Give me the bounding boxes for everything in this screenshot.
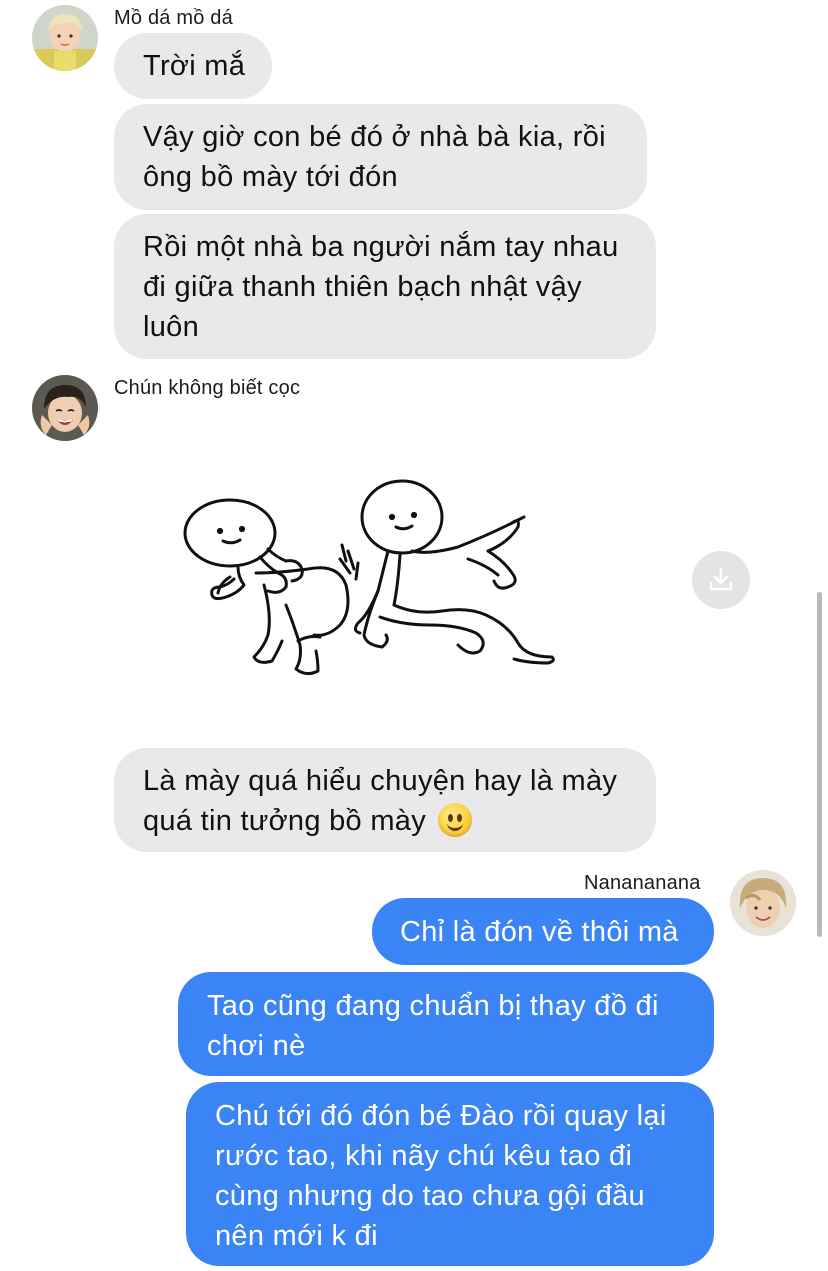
- message-text: cùng nhưng do tao chưa gội đầu: [215, 1180, 645, 1212]
- message-text: chơi nè: [207, 1030, 306, 1062]
- sender-name: Mồ dá mồ dá: [114, 7, 233, 29]
- message-text: Vậy giờ con bé đó ở nhà bà kia, rồi: [143, 121, 606, 153]
- message-text: Trời mắ: [143, 50, 246, 82]
- message-text: Tao cũng đang chuẩn bị thay đồ đi: [207, 990, 659, 1022]
- scrollbar[interactable]: [817, 592, 822, 937]
- avatar-chun[interactable]: [32, 375, 98, 441]
- sender-name: Chún không biết cọc: [114, 377, 301, 399]
- message-text: Chú tới đó đón bé Đào rồi quay lại: [215, 1100, 667, 1132]
- message-text: rước tao, khi nãy chú kêu tao đi: [215, 1140, 633, 1172]
- sticker-image: [183, 479, 555, 676]
- message-bubble[interactable]: Vậy giờ con bé đó ở nhà bà kia, rồi ông …: [114, 104, 647, 210]
- message-text: Rồi một nhà ba người nắm tay nhau: [143, 231, 619, 263]
- message-text: Là mày quá hiểu chuyện hay là mày: [143, 765, 618, 797]
- two-stick-figures-kick-sticker[interactable]: [168, 465, 578, 705]
- slightly-smiling-face-emoji: [438, 803, 473, 837]
- avatar-blond-boy-icon: [32, 5, 98, 71]
- avatar-self[interactable]: [730, 870, 796, 936]
- message-bubble[interactable]: Trời mắ: [114, 33, 272, 99]
- message-bubble[interactable]: Chú tới đó đón bé Đào rồi quay lại rước …: [186, 1082, 714, 1266]
- message-bubble[interactable]: Rồi một nhà ba người nắm tay nhau đi giữ…: [114, 214, 656, 359]
- message-text: quá tin tưởng bồ mày: [143, 805, 427, 837]
- message-text: Chỉ là đón về thôi mà: [400, 916, 679, 948]
- message-bubble[interactable]: Tao cũng đang chuẩn bị thay đồ đi chơi n…: [178, 972, 714, 1076]
- message-text: đi giữa thanh thiên bạch nhật vậy: [143, 271, 582, 303]
- avatar-mo-da[interactable]: [32, 5, 98, 71]
- message-bubble[interactable]: Là mày quá hiểu chuyện hay là mày quá ti…: [114, 748, 656, 852]
- download-icon: [709, 567, 733, 591]
- avatar-laughing-boy-icon: [32, 375, 98, 441]
- message-text: luôn: [143, 311, 200, 343]
- message-bubble[interactable]: Chỉ là đón về thôi mà: [372, 898, 714, 965]
- avatar-self-icon: [730, 870, 796, 936]
- sender-name: Nanananana: [584, 872, 701, 894]
- download-button[interactable]: [692, 551, 750, 609]
- message-text: nên mới k đi: [215, 1220, 378, 1252]
- message-text: ông bồ mày tới đón: [143, 161, 398, 193]
